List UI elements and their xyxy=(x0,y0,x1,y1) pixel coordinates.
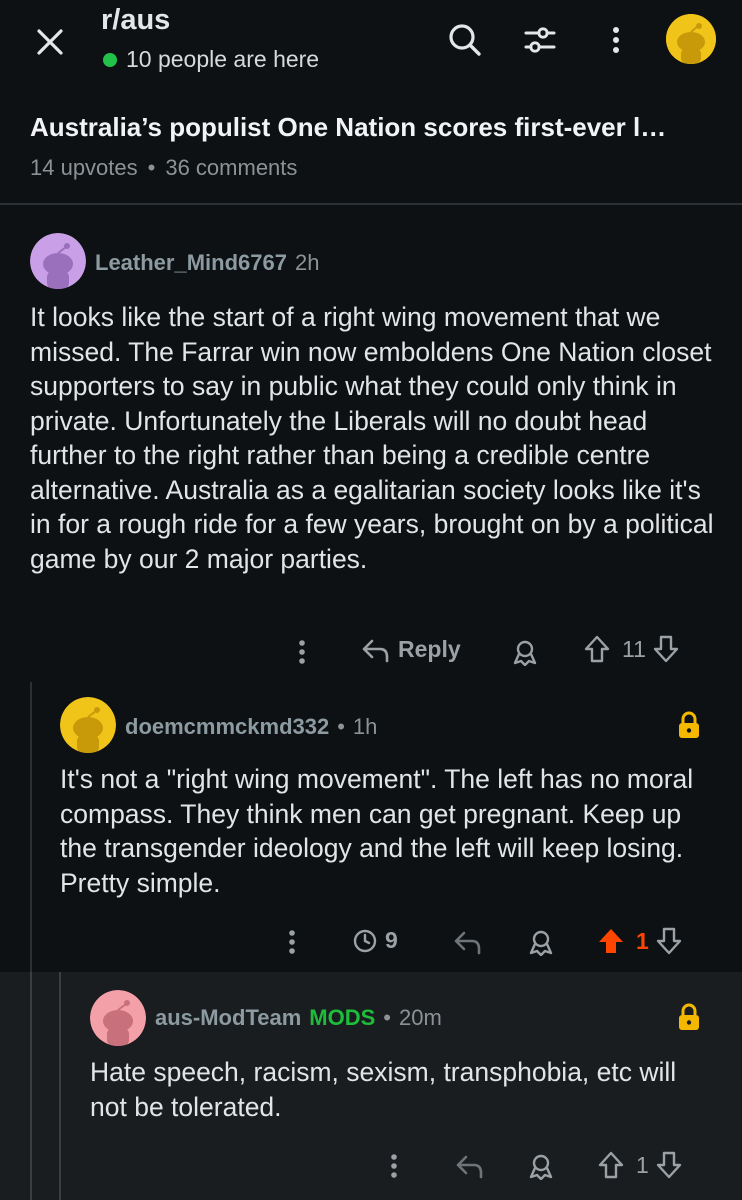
post-meta: 14 upvotes • 36 comments xyxy=(30,155,297,181)
reply-icon xyxy=(454,931,481,955)
upvote-count: 14 upvotes xyxy=(30,155,138,180)
vote-score: 1 xyxy=(636,927,649,954)
more-vertical-icon xyxy=(391,1154,397,1178)
comment-header: doemcmmckmd332 • 1h xyxy=(125,714,377,740)
meta-separator: • xyxy=(337,714,345,739)
vote-controls: 11 xyxy=(582,634,681,664)
meta-separator: • xyxy=(147,155,156,180)
post-title[interactable]: Australia’s populist One Nation scores f… xyxy=(30,112,666,143)
reply-label: Reply xyxy=(398,636,461,662)
snoo-avatar-icon xyxy=(666,14,716,64)
comment-more-button[interactable] xyxy=(382,1150,406,1182)
avatar[interactable] xyxy=(60,697,116,753)
search-button[interactable] xyxy=(443,18,487,62)
pending-count: 9 xyxy=(385,927,398,953)
award-icon xyxy=(513,640,537,666)
close-icon xyxy=(37,29,63,55)
award-button[interactable] xyxy=(524,926,558,958)
sliders-icon xyxy=(524,27,556,53)
comment-more-button[interactable] xyxy=(290,636,314,668)
online-dot-icon xyxy=(103,52,117,67)
section-divider xyxy=(0,203,742,205)
more-vertical-icon xyxy=(613,27,619,53)
comment-body: It looks like the start of a right wing … xyxy=(30,302,714,574)
comment-body: It's not a "right wing movement". The le… xyxy=(60,764,694,898)
reply-button[interactable] xyxy=(450,926,484,958)
more-vertical-icon xyxy=(289,930,295,954)
filter-button[interactable] xyxy=(518,18,562,62)
user-avatar[interactable] xyxy=(666,14,716,64)
comment-username[interactable]: Leather_Mind6767 xyxy=(95,250,287,276)
comment-count: 36 comments xyxy=(165,155,298,180)
subreddit-name[interactable]: r/aus xyxy=(101,4,170,37)
downvote-arrow-icon[interactable] xyxy=(654,926,684,956)
comment-header: Leather_Mind6767 2h xyxy=(95,250,319,276)
snoo-avatar-icon xyxy=(30,233,86,289)
vote-score: 11 xyxy=(622,635,646,662)
thread-line[interactable] xyxy=(59,972,61,1200)
clock-icon xyxy=(353,929,377,952)
close-button[interactable] xyxy=(30,22,70,62)
lock-icon xyxy=(676,1002,702,1032)
online-indicator: 10 people are here xyxy=(103,46,319,73)
reply-button[interactable] xyxy=(452,1150,486,1182)
comment-header: aus-ModTeam MODS • 20m xyxy=(155,1005,442,1031)
avatar[interactable] xyxy=(90,990,146,1046)
more-vertical-icon xyxy=(299,640,305,664)
upvote-arrow-icon[interactable] xyxy=(596,1150,626,1180)
award-icon xyxy=(529,1154,553,1180)
vote-controls: 1 xyxy=(596,1150,684,1180)
vote-score: 1 xyxy=(636,1151,649,1178)
thread-line[interactable] xyxy=(30,682,32,972)
comment-username[interactable]: aus-ModTeam xyxy=(155,1005,301,1031)
lock-icon xyxy=(676,710,702,740)
award-button[interactable] xyxy=(524,1150,558,1182)
online-count: 10 people are here xyxy=(126,46,320,72)
meta-separator: • xyxy=(383,1005,391,1030)
reply-icon xyxy=(456,1155,483,1179)
award-button[interactable] xyxy=(508,636,542,668)
comment-body: Hate speech, racism, sexism, transphobia… xyxy=(90,1057,677,1122)
comment-time: 1h xyxy=(352,714,378,739)
award-icon xyxy=(529,930,553,956)
more-options-button[interactable] xyxy=(594,18,638,62)
comment-more-button[interactable] xyxy=(280,926,304,958)
upvote-arrow-icon[interactable] xyxy=(582,634,612,664)
reply-icon xyxy=(362,639,389,662)
pending-indicator: 9 xyxy=(352,927,398,954)
comment-username[interactable]: doemcmmckmd332 xyxy=(125,714,329,740)
search-icon xyxy=(449,24,481,56)
reply-button[interactable]: Reply xyxy=(360,636,461,663)
mods-badge: MODS xyxy=(309,1005,376,1030)
downvote-arrow-icon[interactable] xyxy=(651,634,681,664)
snoo-avatar-icon xyxy=(60,697,116,753)
thread-line[interactable] xyxy=(30,972,32,1200)
upvote-arrow-filled-icon[interactable] xyxy=(596,926,626,956)
downvote-arrow-icon[interactable] xyxy=(654,1150,684,1180)
comment-time: 20m xyxy=(398,1005,442,1030)
vote-controls: 1 xyxy=(596,926,684,956)
snoo-avatar-icon xyxy=(90,990,146,1046)
comment-time: 2h xyxy=(294,250,320,275)
avatar[interactable] xyxy=(30,233,86,289)
